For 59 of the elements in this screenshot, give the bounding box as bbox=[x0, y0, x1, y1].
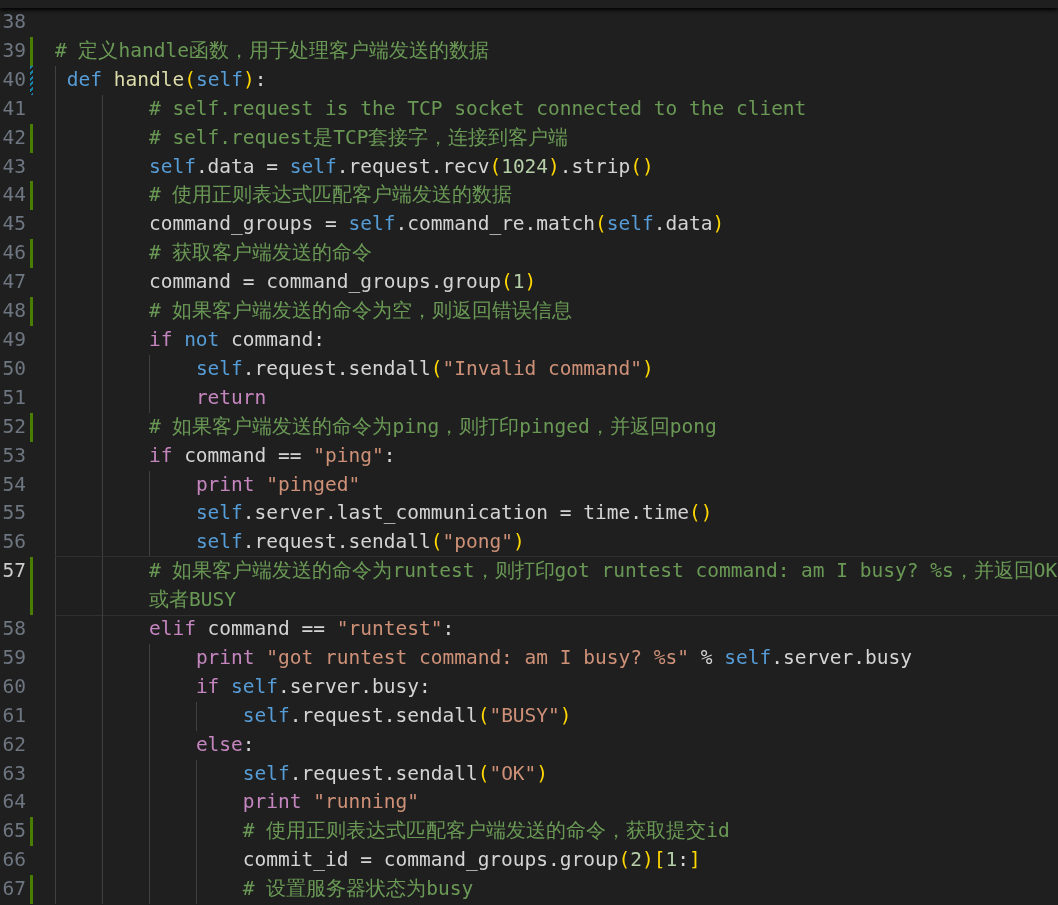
line-number: 63 bbox=[1, 760, 26, 787]
line-number: 45 bbox=[1, 211, 26, 238]
line-number: 52 bbox=[1, 413, 26, 440]
line-number: 47 bbox=[1, 269, 26, 296]
line-number: 62 bbox=[1, 731, 26, 758]
line-number: 53 bbox=[1, 442, 26, 469]
line-number: 58 bbox=[1, 616, 26, 643]
line-number: 61 bbox=[1, 702, 26, 729]
line-number: 60 bbox=[1, 673, 26, 700]
line-number: 48 bbox=[1, 298, 26, 325]
line-number: 66 bbox=[1, 847, 26, 874]
line-number: 40 bbox=[1, 66, 26, 93]
code-line: self.server.last_communication = time.time() bbox=[195, 500, 714, 527]
code-line: self.request.sendall("pong") bbox=[195, 529, 526, 556]
line-number: 57 bbox=[1, 558, 26, 585]
code-line: self.request.sendall("BUSY") bbox=[242, 702, 573, 729]
code-line: # 获取客户端发送的命令 bbox=[148, 240, 374, 267]
line-number: 51 bbox=[1, 384, 26, 411]
line-number: 46 bbox=[1, 240, 26, 267]
line-number: 38 bbox=[1, 9, 26, 35]
code-line: if command == "ping": bbox=[148, 442, 397, 469]
code-line: return bbox=[195, 384, 268, 411]
code-line: else: bbox=[195, 731, 256, 758]
code-line: self.data = self.request.recv(1024).strip() bbox=[148, 153, 655, 180]
code-line: command_groups = self.command_re.match(self.data) bbox=[148, 211, 726, 238]
line-number: 67 bbox=[1, 876, 26, 903]
code-line: # 定义handle函数，用于处理客户端发送的数据 bbox=[55, 37, 490, 64]
line-number: 39 bbox=[1, 37, 26, 64]
code-line: print "got runtest command: am I busy? %s" % self.server.busy bbox=[195, 644, 914, 671]
code-line: # 如果客户端发送的命令为空，则返回错误信息 bbox=[148, 298, 574, 325]
line-number: 55 bbox=[1, 500, 26, 527]
code-line: def handle(self): bbox=[66, 66, 268, 93]
code-line: # 使用正则表达式匹配客户端发送的命令，获取提交id bbox=[242, 818, 731, 845]
code-line: # 使用正则表达式匹配客户端发送的数据 bbox=[148, 182, 514, 209]
code-line: # 如果客户端发送的命令为runtest，则打印got runtest command: am I busy? %s，并返回OK或者BUSY bbox=[148, 558, 1058, 614]
line-number: 50 bbox=[1, 355, 26, 382]
line-number: 64 bbox=[1, 789, 26, 816]
code-line: if self.server.busy: bbox=[195, 673, 432, 700]
line-number: 59 bbox=[1, 644, 26, 671]
code-line: # 如果客户端发送的命令为ping，则打印pinged，并返回pong bbox=[148, 413, 718, 440]
code-line: print "running" bbox=[242, 789, 420, 816]
code-line: elif command == "runtest": bbox=[148, 616, 456, 643]
line-number: 43 bbox=[1, 153, 26, 180]
line-number: 65 bbox=[1, 818, 26, 845]
code-line: self.request.sendall("OK") bbox=[242, 760, 550, 787]
line-number: 42 bbox=[1, 124, 26, 151]
code-line: # self.request is the TCP socket connected to the client bbox=[148, 95, 808, 122]
line-number: 54 bbox=[1, 471, 26, 498]
code-line: if not command: bbox=[148, 326, 327, 353]
code-line: print "pinged" bbox=[195, 471, 362, 498]
code-line: self.request.sendall("Invalid command") bbox=[195, 355, 655, 382]
code-line: commit_id = command_groups.group(2)[1:] bbox=[242, 847, 702, 874]
code-line: # self.request是TCP套接字，连接到客户端 bbox=[148, 124, 570, 151]
code-line: # 设置服务器状态为busy bbox=[242, 876, 475, 903]
line-number: 49 bbox=[1, 326, 26, 353]
line-number: 41 bbox=[1, 95, 26, 122]
code-line: command = command_groups.group(1) bbox=[148, 269, 538, 296]
line-number: 56 bbox=[1, 529, 26, 556]
line-number: 44 bbox=[1, 182, 26, 209]
